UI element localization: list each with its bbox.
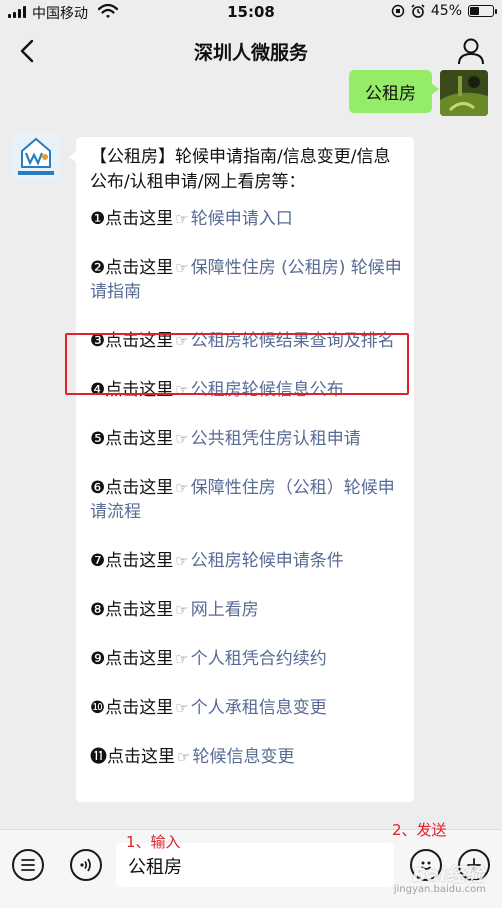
bot-avatar[interactable] <box>12 133 60 181</box>
link-text[interactable]: 公租房轮候申请条件 <box>191 551 344 571</box>
link-item-10[interactable]: ❿点击这里 ☞ 个人承租信息变更 <box>90 696 406 720</box>
pointing-hand-icon: ☞ <box>175 430 189 448</box>
link-item-11[interactable]: ⓫点击这里 ☞ 轮候信息变更 <box>90 745 406 769</box>
watermark-url: jingyan.baidu.com <box>393 884 486 895</box>
outgoing-message-text: 公租房 <box>365 84 416 104</box>
link-text[interactable]: 公共租凭住房认租申请 <box>191 429 361 449</box>
link-item-8[interactable]: ❽点击这里 ☞ 网上看房 <box>90 598 406 622</box>
outgoing-message-row: 公租房 <box>349 70 488 116</box>
link-item-2[interactable]: ❷点击这里 ☞ 保障性住房 (公租房) 轮候申请指南 <box>90 256 406 304</box>
page-title: 深圳人微服务 <box>193 42 308 64</box>
link-item-9[interactable]: ❾点击这里 ☞ 个人租凭合约续约 <box>90 647 406 671</box>
incoming-message-bubble: 【公租房】轮候申请指南/信息变更/信息公布/认租申请/网上看房等： ❶点击这里 ☞… <box>69 137 414 802</box>
link-text[interactable]: 轮候信息变更 <box>192 747 294 767</box>
menu-toggle-button[interactable] <box>12 849 44 881</box>
link-item-1[interactable]: ❶点击这里 ☞ 轮候申请入口 <box>90 207 406 231</box>
link-item-7[interactable]: ❼点击这里 ☞ 公租房轮候申请条件 <box>90 549 406 573</box>
orientation-lock-icon <box>391 4 405 18</box>
status-bar: 中国移动 15:08 45% <box>0 0 502 26</box>
pointing-hand-icon: ☞ <box>177 748 191 766</box>
link-item-5[interactable]: ❺点击这里 ☞ 公共租凭住房认租申请 <box>90 427 406 451</box>
pointing-hand-icon: ☞ <box>175 479 189 497</box>
profile-icon[interactable] <box>456 36 486 66</box>
voice-button[interactable] <box>70 849 102 881</box>
service-logo <box>12 133 60 181</box>
link-text[interactable]: 轮候申请入口 <box>191 209 293 229</box>
pointing-hand-icon: ☞ <box>175 601 189 619</box>
message-intro: 【公租房】轮候申请指南/信息变更/信息公布/认租申请/网上看房等： <box>90 147 391 192</box>
link-text[interactable]: 个人租凭合约续约 <box>191 649 327 669</box>
outgoing-message-bubble[interactable]: 公租房 <box>349 70 439 113</box>
annotation-step1: 1、输入 <box>126 833 181 851</box>
user-avatar-image <box>440 70 488 116</box>
battery-fill <box>470 7 479 15</box>
battery-percent: 45% <box>430 3 462 19</box>
pointing-hand-icon: ☞ <box>175 699 189 717</box>
annotation-step2: 2、发送 <box>392 821 447 839</box>
pointing-hand-icon: ☞ <box>175 259 189 277</box>
highlight-box <box>65 333 409 395</box>
voice-icon <box>80 858 91 872</box>
nav-bar: 深圳人微服务 <box>0 26 502 76</box>
pointing-hand-icon: ☞ <box>175 210 189 228</box>
pointing-hand-icon: ☞ <box>175 552 189 570</box>
link-text[interactable]: 个人承租信息变更 <box>191 698 327 718</box>
link-item-6[interactable]: ❻点击这里 ☞ 保障性住房（公租）轮候申请流程 <box>90 476 406 524</box>
battery-icon <box>468 5 497 17</box>
list-menu-icon <box>21 859 35 871</box>
watermark: Bai经验 <box>412 864 484 886</box>
alarm-icon <box>411 4 425 18</box>
pointing-hand-icon: ☞ <box>175 650 189 668</box>
user-avatar[interactable] <box>440 70 488 116</box>
link-text[interactable]: 网上看房 <box>191 600 259 620</box>
